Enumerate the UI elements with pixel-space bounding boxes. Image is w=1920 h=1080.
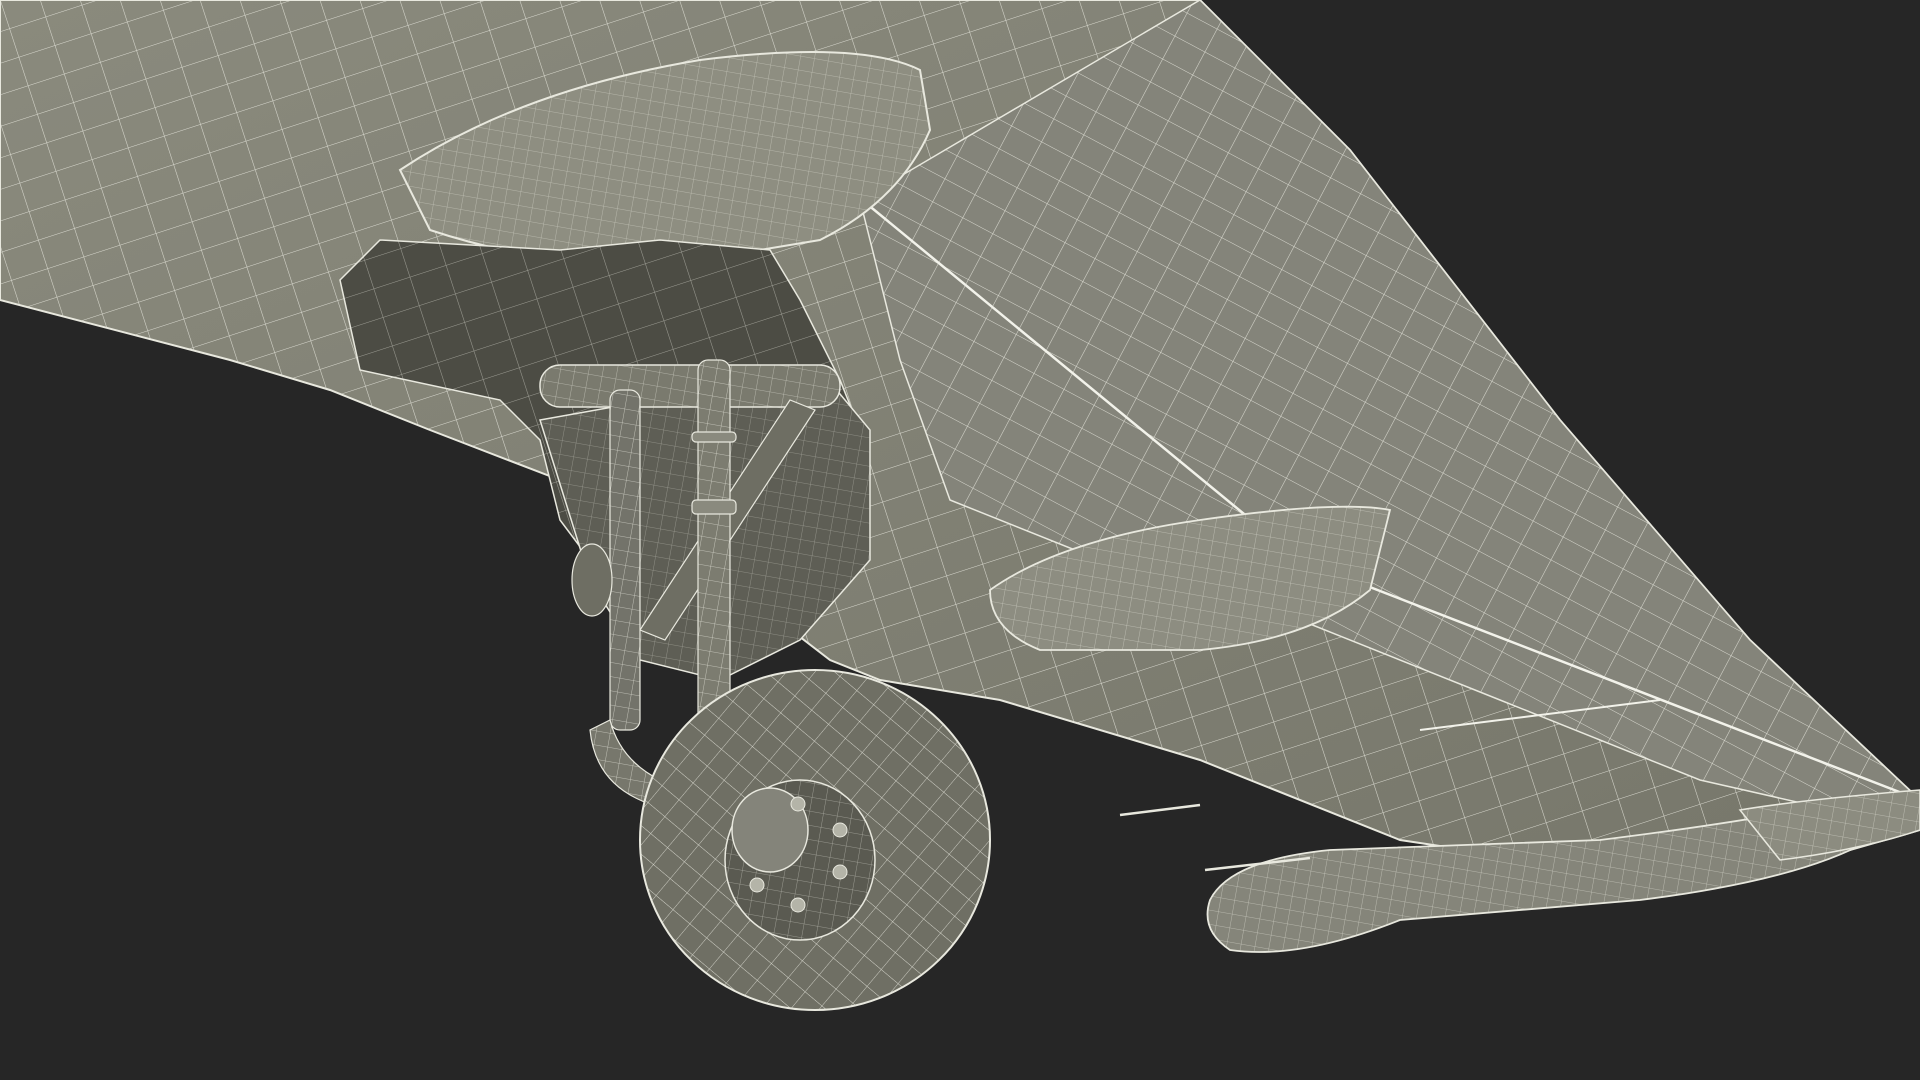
pitot-probe xyxy=(1119,803,1201,817)
gear-side-knuckle xyxy=(571,543,613,617)
wing-underside xyxy=(0,0,1920,872)
main-wheel xyxy=(639,669,991,1011)
strut-collar-upper xyxy=(691,431,737,443)
hub-bolt xyxy=(790,796,806,812)
strut-collar xyxy=(691,499,737,515)
hub-bolt xyxy=(749,877,765,893)
wireframe-render xyxy=(0,0,1920,1011)
hub-bolt xyxy=(790,897,806,913)
hub-bolt xyxy=(832,864,848,880)
hub-bolt xyxy=(832,822,848,838)
